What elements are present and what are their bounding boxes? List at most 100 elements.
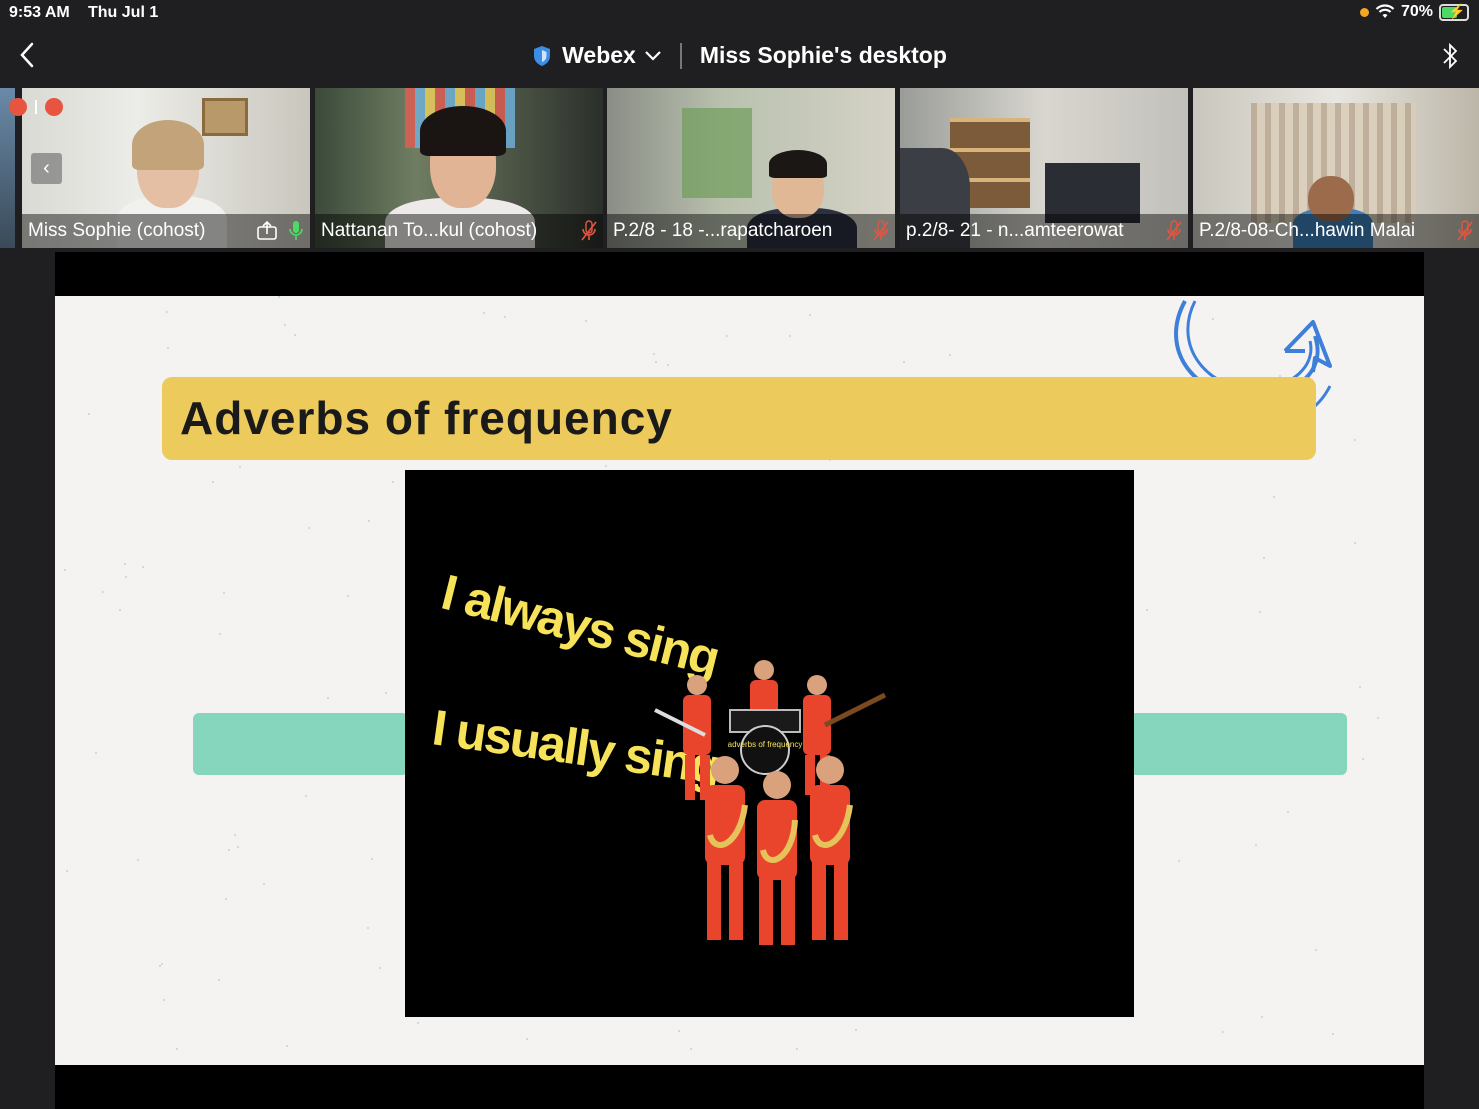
- background-speck: [163, 999, 165, 1001]
- background-speck: [237, 846, 239, 848]
- participant-name: Nattanan To...kul (cohost): [321, 220, 538, 241]
- charging-bolt-icon: ⚡: [1448, 2, 1466, 19]
- background-speck: [137, 859, 139, 861]
- participant-name: Miss Sophie (cohost): [28, 220, 206, 241]
- background-speck: [1315, 949, 1317, 951]
- background-speck: [796, 1048, 798, 1050]
- background-speck: [1222, 1031, 1224, 1033]
- background-speck: [392, 481, 394, 483]
- background-speck: [605, 465, 607, 467]
- slide-title: Adverbs of frequency: [180, 392, 673, 444]
- background-speck: [228, 849, 230, 851]
- background-speck: [347, 595, 349, 597]
- background-speck: [368, 520, 370, 522]
- previous-participants-button[interactable]: ‹: [31, 153, 62, 184]
- background-speck: [417, 1022, 419, 1024]
- participant-label: Miss Sophie (cohost): [22, 214, 310, 248]
- wall-picture: [202, 98, 248, 136]
- shared-screen: Adverbs of frequency I always sing I usu…: [55, 252, 1424, 1109]
- shield-icon: [534, 45, 551, 66]
- status-time: 9:53 AM: [9, 4, 70, 21]
- background-speck: [64, 569, 66, 571]
- participant-hair: [420, 106, 506, 156]
- battery-icon: ⚡: [1439, 2, 1469, 21]
- background-speck: [1259, 611, 1261, 613]
- background-speck: [855, 1029, 857, 1031]
- participant-label: P.2/8 - 18 -...rapatcharoen: [607, 214, 895, 248]
- background-speck: [308, 527, 310, 529]
- background-speck: [1377, 717, 1379, 719]
- mute-indicator-icon[interactable]: [9, 98, 27, 116]
- participant-strip: Miss Sophie (cohost) ‹ Nattanan To...kul…: [0, 88, 1479, 250]
- background-speck: [142, 566, 144, 568]
- participant-name: p.2/8- 21 - n...amteerowat: [906, 220, 1124, 241]
- background-speck: [294, 334, 296, 336]
- participant-tile-nattanan[interactable]: Nattanan To...kul (cohost): [315, 88, 603, 248]
- background-speck: [239, 466, 241, 468]
- background-speck: [690, 1048, 692, 1050]
- participant-label: p.2/8- 21 - n...amteerowat: [900, 214, 1188, 248]
- embedded-video[interactable]: I always sing I usually sing adverbs of …: [405, 470, 1134, 1017]
- background-speck: [379, 967, 381, 969]
- status-bar: 9:53 AM Thu Jul 1 70% ⚡: [0, 0, 1479, 28]
- background-speck: [1359, 686, 1361, 688]
- title-divider: [679, 42, 682, 69]
- participant-label: Nattanan To...kul (cohost): [315, 214, 603, 248]
- background-speck: [278, 296, 280, 298]
- background-speck: [327, 697, 329, 699]
- background-speck: [219, 633, 221, 635]
- nav-title-group: Webex Miss Sophie's desktop: [0, 42, 1479, 69]
- background-speck: [585, 320, 587, 322]
- privacy-dot-icon: [1359, 7, 1369, 17]
- participant-label: P.2/8-08-Ch...hawin Malai: [1193, 214, 1479, 248]
- background-speck: [809, 314, 811, 316]
- background-speck: [504, 316, 506, 318]
- battery-percent: 70%: [1400, 3, 1433, 20]
- background-speck: [102, 591, 104, 593]
- wifi-icon: [1375, 4, 1395, 18]
- background-speck: [212, 481, 214, 483]
- participant-tile-rapatcharoen[interactable]: P.2/8 - 18 -...rapatcharoen: [607, 88, 895, 248]
- participant-tile-amteerowat[interactable]: p.2/8- 21 - n...amteerowat: [900, 88, 1188, 248]
- background-speck: [789, 335, 791, 337]
- background-speck: [1332, 1033, 1334, 1035]
- participant-tile-malai[interactable]: P.2/8-08-Ch...hawin Malai: [1193, 88, 1479, 248]
- background-speck: [125, 576, 127, 578]
- record-icon[interactable]: [45, 98, 63, 116]
- participant-tile-sophie[interactable]: Miss Sophie (cohost): [22, 88, 310, 248]
- mic-muted-icon: [1166, 220, 1182, 241]
- background-speck: [218, 979, 220, 981]
- presentation-slide: Adverbs of frequency I always sing I usu…: [55, 296, 1424, 1065]
- app-switcher-button[interactable]: Webex: [562, 42, 662, 69]
- background-speck: [483, 312, 485, 314]
- chevron-down-icon: [645, 50, 661, 61]
- background-speck: [95, 752, 97, 754]
- background-speck: [284, 324, 286, 326]
- background-speck: [655, 361, 657, 363]
- background-speck: [1362, 758, 1364, 760]
- background-speck: [726, 335, 728, 337]
- status-indicators: 70% ⚡: [1359, 2, 1469, 21]
- background-speck: [1263, 557, 1265, 559]
- background-speck: [1273, 496, 1275, 498]
- background-speck: [1255, 844, 1257, 846]
- window-plants: [682, 108, 752, 198]
- background-speck: [1146, 609, 1148, 611]
- background-speck: [949, 354, 951, 356]
- background-speck: [159, 965, 161, 967]
- teal-bar-right: [1130, 713, 1347, 775]
- drum-text: adverbs of frequency: [728, 740, 803, 749]
- background-speck: [385, 692, 387, 694]
- mic-muted-icon: [873, 220, 889, 241]
- bluetooth-icon[interactable]: [1439, 40, 1461, 72]
- background-speck: [305, 795, 307, 797]
- participant-hair: [769, 150, 827, 178]
- mic-muted-icon: [581, 220, 597, 241]
- status-date: Thu Jul 1: [88, 4, 159, 21]
- background-speck: [526, 1038, 528, 1040]
- screen-share-icon: [257, 221, 277, 240]
- app-name: Webex: [562, 42, 636, 68]
- participant-name: P.2/8 - 18 -...rapatcharoen: [613, 220, 833, 241]
- slide-title-bar: Adverbs of frequency: [162, 377, 1316, 460]
- background-speck: [66, 870, 68, 872]
